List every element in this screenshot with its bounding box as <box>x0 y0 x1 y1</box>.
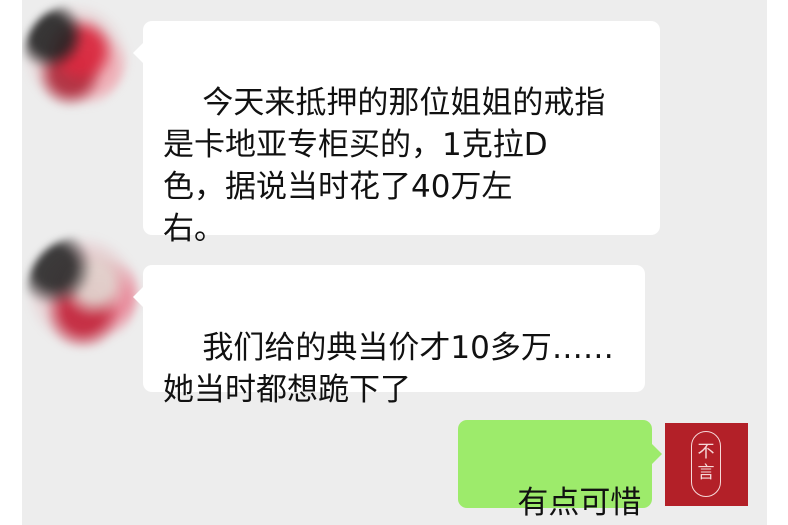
contact-avatar[interactable] <box>27 236 139 348</box>
contact-avatar[interactable] <box>24 4 128 108</box>
message-text: 有点可惜 <box>517 485 642 521</box>
avatar-logo: 不 言 <box>691 431 721 497</box>
outgoing-message-bubble[interactable]: 有点可惜 <box>458 420 662 521</box>
user-avatar[interactable]: 不 言 <box>665 423 748 506</box>
message-text: 我们给的典当价才10多万…… 她当时都想跪下了 <box>163 330 614 408</box>
chat-thread[interactable]: 今天来抵押的那位姐姐的戒指 是卡地亚专柜买的，1克拉D 色，据说当时花了40万左… <box>22 0 767 525</box>
logo-character: 不 <box>697 442 715 462</box>
incoming-message-bubble[interactable]: 我们给的典当价才10多万…… 她当时都想跪下了 <box>133 265 645 408</box>
logo-character: 言 <box>697 463 715 483</box>
incoming-message-bubble[interactable]: 今天来抵押的那位姐姐的戒指 是卡地亚专柜买的，1克拉D 色，据说当时花了40万左… <box>133 21 660 247</box>
message-text: 今天来抵押的那位姐姐的戒指 是卡地亚专柜买的，1克拉D 色，据说当时花了40万左… <box>163 85 606 247</box>
